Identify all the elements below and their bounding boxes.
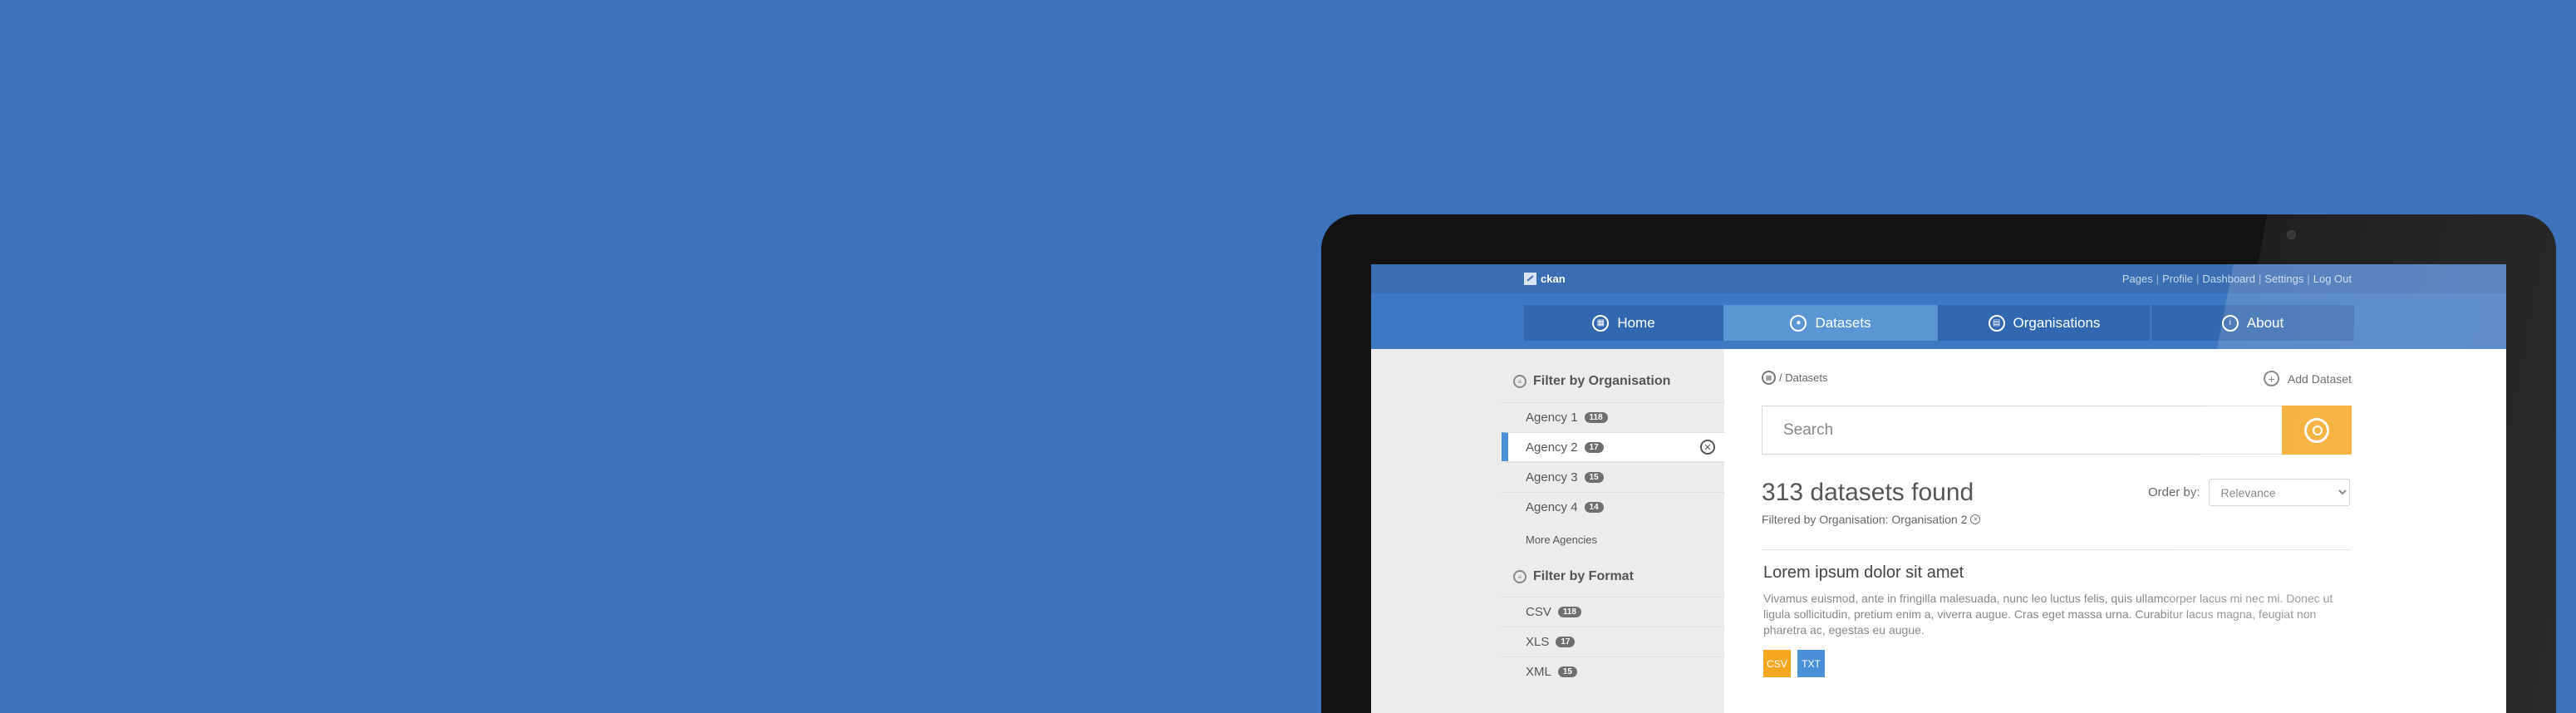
facet-count-badge: 17 xyxy=(1556,636,1576,647)
add-dataset-label: Add Dataset xyxy=(2287,371,2352,386)
tab-home-label: Home xyxy=(1617,314,1655,331)
laptop-frame: ckan Pages | Profile | Dashboard | Setti… xyxy=(1321,214,2556,713)
order-by-label: Order by: xyxy=(2148,485,2200,499)
filter-sidebar: ≡ Filter by Organisation Agency 1 118 Ag… xyxy=(1371,349,1724,713)
info-icon: i xyxy=(2221,314,2239,332)
top-bar: ckan Pages | Profile | Dashboard | Setti… xyxy=(1371,264,2506,293)
order-by: Order by: Relevance xyxy=(2148,479,2350,506)
facet-count-badge: 15 xyxy=(1584,471,1604,483)
facet-label: XML xyxy=(1526,664,1551,679)
format-filter-heading-text: Filter by Format xyxy=(1533,569,1634,583)
plus-icon: + xyxy=(2263,371,2279,386)
tab-home[interactable]: ▦ Home xyxy=(1524,305,1724,341)
separator: | xyxy=(2156,273,2160,285)
facet-format-xml[interactable]: XML 15 xyxy=(1502,656,1724,686)
link-settings[interactable]: Settings xyxy=(2264,273,2303,285)
logo-text: ckan xyxy=(1541,273,1566,285)
org-filter-heading: ≡ Filter by Organisation xyxy=(1513,374,1670,389)
search-button[interactable] xyxy=(2282,406,2352,455)
main-nav: ▦ Home ● Datasets ▤ Organisations i Abou… xyxy=(1371,293,2506,349)
search-bar xyxy=(1762,406,2352,455)
nav-tabs: ▦ Home ● Datasets ▤ Organisations i Abou… xyxy=(1524,305,2354,341)
active-filter: Filtered by Organisation: Organisation 2… xyxy=(1762,513,1981,526)
dataset-description: Vivamus euismod, ante in fringilla males… xyxy=(1763,592,2333,637)
facet-label: Agency 2 xyxy=(1526,440,1578,455)
tab-datasets-label: Datasets xyxy=(1815,314,1871,331)
facet-label: Agency 3 xyxy=(1526,470,1578,484)
facet-label: CSV xyxy=(1526,604,1551,619)
org-filter-heading-text: Filter by Organisation xyxy=(1533,374,1671,388)
separator: | xyxy=(2195,273,2200,285)
facet-org-agency-2[interactable]: Agency 2 17 ✕ xyxy=(1502,432,1724,461)
format-filter-heading: ≡ Filter by Format xyxy=(1513,569,1634,584)
separator: | xyxy=(2258,273,2262,285)
tab-organisations[interactable]: ▤ Organisations xyxy=(1938,305,2151,341)
tab-about-label: About xyxy=(2246,314,2284,331)
tab-datasets[interactable]: ● Datasets xyxy=(1724,305,1938,341)
camera xyxy=(2287,230,2296,239)
account-links: Pages | Profile | Dashboard | Settings |… xyxy=(2122,273,2352,285)
facet-count-badge: 17 xyxy=(1584,441,1604,453)
facet-org-agency-4[interactable]: Agency 4 14 xyxy=(1502,492,1724,521)
facet-org-agency-1[interactable]: Agency 1 118 xyxy=(1502,402,1724,431)
facet-count-badge: 118 xyxy=(1557,606,1581,617)
breadcrumb: ▦ / Datasets xyxy=(1762,371,1828,385)
screen: ckan Pages | Profile | Dashboard | Setti… xyxy=(1371,264,2506,713)
facet-count-badge: 14 xyxy=(1584,501,1604,513)
dataset-title[interactable]: Lorem ipsum dolor sit amet xyxy=(1763,563,1964,583)
tab-organisations-label: Organisations xyxy=(2013,314,2101,331)
search-icon xyxy=(2304,417,2329,443)
results-panel: ▦ / Datasets + Add Dataset 313 datasets … xyxy=(1724,349,2506,713)
logo[interactable]: ckan xyxy=(1524,272,1566,286)
home-icon[interactable]: ▦ xyxy=(1762,371,1776,385)
remove-filter-icon[interactable]: ✕ xyxy=(1970,514,1981,524)
add-dataset-button[interactable]: + Add Dataset xyxy=(2263,371,2352,386)
link-log-out[interactable]: Log Out xyxy=(2313,273,2352,285)
breadcrumb-datasets[interactable]: / Datasets xyxy=(1779,371,1828,384)
filter-icon: ≡ xyxy=(1513,570,1526,583)
tab-about[interactable]: i About xyxy=(2151,305,2354,341)
filter-icon: ≡ xyxy=(1513,375,1526,388)
facet-label: Agency 1 xyxy=(1526,410,1578,425)
facet-label: XLS xyxy=(1526,634,1550,649)
active-filter-text: Filtered by Organisation: Organisation 2 xyxy=(1762,513,1968,526)
home-icon: ▦ xyxy=(1592,314,1610,332)
format-tag-csv[interactable]: CSV xyxy=(1763,650,1791,677)
facet-format-xls[interactable]: XLS 17 xyxy=(1502,627,1724,656)
results-count: 313 datasets found xyxy=(1762,479,1974,506)
format-tag-txt[interactable]: TXT xyxy=(1797,650,1825,677)
more-agencies-link[interactable]: More Agencies xyxy=(1526,534,1597,546)
link-pages[interactable]: Pages xyxy=(2122,273,2153,285)
ckan-logo-icon xyxy=(1524,273,1536,285)
order-by-select[interactable]: Relevance xyxy=(2208,479,2350,506)
link-profile[interactable]: Profile xyxy=(2162,273,2193,285)
divider xyxy=(1762,549,2352,550)
link-dashboard[interactable]: Dashboard xyxy=(2202,273,2255,285)
facet-count-badge: 15 xyxy=(1557,666,1577,677)
remove-filter-icon[interactable]: ✕ xyxy=(1700,440,1715,455)
facet-label: Agency 4 xyxy=(1526,499,1578,514)
facet-format-csv[interactable]: CSV 118 xyxy=(1502,597,1724,626)
dataset-format-tags: CSV TXT xyxy=(1763,650,1825,677)
facet-count-badge: 118 xyxy=(1584,411,1608,423)
separator: | xyxy=(2307,273,2310,285)
search-input[interactable] xyxy=(1762,406,2282,455)
organisations-icon: ▤ xyxy=(1988,314,2005,332)
datasets-icon: ● xyxy=(1790,314,1807,332)
facet-org-agency-3[interactable]: Agency 3 15 xyxy=(1502,462,1724,491)
